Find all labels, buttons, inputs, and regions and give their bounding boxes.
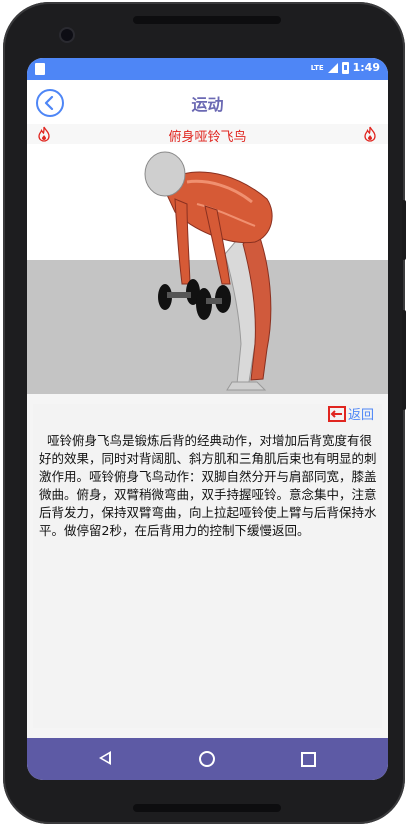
nav-home-icon[interactable] xyxy=(199,751,215,767)
power-button[interactable] xyxy=(402,310,406,410)
clock: 1:49 xyxy=(352,61,380,74)
volume-button[interactable] xyxy=(402,200,406,260)
signal-icon xyxy=(327,62,338,73)
return-button[interactable]: 返回 xyxy=(327,404,374,423)
earpiece-speaker xyxy=(133,16,281,24)
nav-recent-icon[interactable] xyxy=(301,752,316,767)
description-panel: 返回 哑铃俯身飞鸟是锻炼后背的经典动作，对增加后背宽度有很好的效果，同时对背阔肌… xyxy=(33,404,382,728)
sd-card-icon xyxy=(35,63,45,75)
flame-icon xyxy=(364,126,376,142)
status-bar: LTE 1:49 xyxy=(27,58,388,80)
return-arrow-icon xyxy=(327,405,346,422)
exercise-name: 俯身哑铃飞鸟 xyxy=(168,130,247,145)
app-bar: 运动 xyxy=(27,80,388,124)
exercise-description: 哑铃俯身飞鸟是锻炼后背的经典动作，对增加后背宽度有很好的效果，同时对背阔肌、斜方… xyxy=(39,433,377,538)
anatomy-figure xyxy=(144,151,273,391)
return-label: 返回 xyxy=(347,408,374,423)
network-type: LTE xyxy=(310,63,324,72)
nav-back-icon[interactable] xyxy=(99,751,111,765)
battery-icon xyxy=(341,61,349,74)
exercise-illustration xyxy=(27,144,388,394)
screen: LTE 1:49 运动 俯身哑铃飞鸟 返回 哑铃俯身飞鸟是锻炼后背的经典动作，对… xyxy=(27,58,388,780)
bottom-speaker xyxy=(133,804,281,812)
phone-frame: LTE 1:49 运动 俯身哑铃飞鸟 返回 哑铃俯身飞鸟是锻炼后背的经典动作，对… xyxy=(3,2,406,824)
page-title: 运动 xyxy=(191,95,224,114)
system-nav-bar xyxy=(27,738,388,780)
front-camera xyxy=(61,29,73,41)
exercise-title-bar: 俯身哑铃飞鸟 xyxy=(27,124,388,145)
